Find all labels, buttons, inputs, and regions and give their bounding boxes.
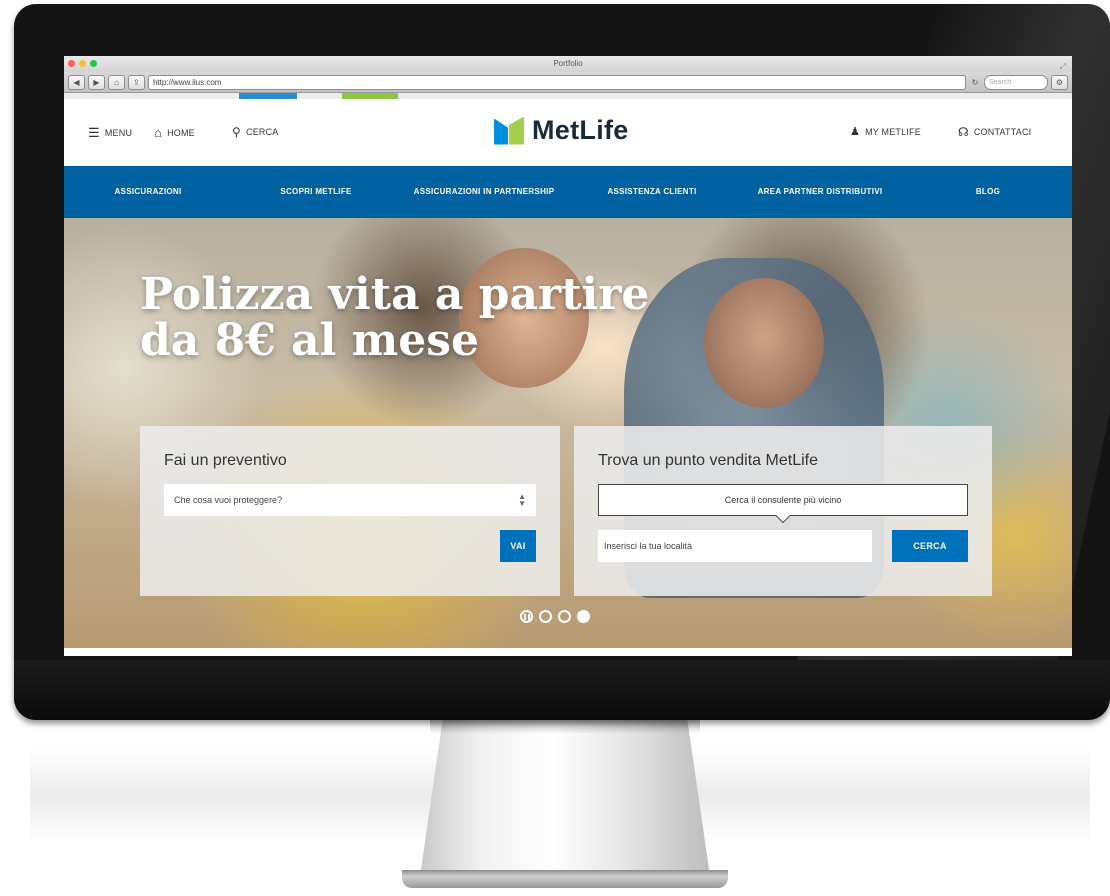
share-icon[interactable]: ⇪ (128, 74, 145, 90)
monitor-mockup: Portfolio ⤢ ◀ ▶ ⌂ ⇪ http://www.ilus.com … (0, 0, 1110, 896)
reload-icon[interactable]: ↻ (969, 76, 981, 89)
quote-panel-title: Fai un preventivo (164, 452, 287, 469)
browser-search-input[interactable]: Search (984, 74, 1048, 90)
contact-link[interactable]: ☊ CONTATTACI (958, 125, 1031, 139)
nav-item-area-partner[interactable]: AREA PARTNER DISTRIBUTIVI (736, 166, 904, 218)
window-title: Portfolio (553, 59, 583, 68)
hamburger-icon: ☰ (88, 125, 100, 140)
fullscreen-icon[interactable]: ⤢ (1060, 59, 1066, 75)
screen: Portfolio ⤢ ◀ ▶ ⌂ ⇪ http://www.ilus.com … (64, 56, 1072, 656)
logo-text: MetLife (532, 115, 629, 145)
nav-item-assistenza[interactable]: ASSISTENZA CLIENTI (568, 166, 736, 218)
back-button[interactable]: ◀ (68, 74, 85, 90)
hero-banner: Polizza vita a partire da 8€ al mese Fai… (64, 218, 1072, 648)
hero-headline: Polizza vita a partire da 8€ al mese (140, 269, 650, 366)
forward-button[interactable]: ▶ (88, 74, 105, 90)
settings-gear-icon[interactable]: ⚙ (1051, 74, 1068, 90)
menu-button[interactable]: ☰ MENU (88, 125, 132, 141)
url-text: http://www.ilus.com (153, 77, 222, 87)
browser-toolbar: ◀ ▶ ⌂ ⇪ http://www.ilus.com ↻ Search ⚙ (64, 72, 1072, 93)
browser-titlebar: Portfolio ⤢ (64, 56, 1072, 72)
carousel-dot-1[interactable] (539, 610, 552, 623)
search-link[interactable]: ⚲ CERCA (232, 125, 279, 139)
house-icon: ⌂ (154, 125, 163, 140)
headset-icon: ☊ (958, 125, 969, 139)
metlife-logo[interactable]: MetLife (494, 115, 629, 146)
location-input[interactable]: Inserisci la tua località (598, 530, 872, 562)
select-arrows-icon: ▲ ▼ (518, 492, 526, 508)
protection-select[interactable]: Che cosa vuoi proteggere? ▲ ▼ (164, 484, 536, 516)
hero-photo-face (704, 278, 824, 408)
minimize-window-button[interactable] (79, 60, 86, 67)
metlife-logo-mark (494, 116, 524, 145)
carousel-dot-2[interactable] (558, 610, 571, 623)
carousel-controls (520, 610, 590, 623)
store-finder-panel: Trova un punto vendita MetLife Cerca il … (574, 426, 992, 596)
store-panel-title: Trova un punto vendita MetLife (598, 452, 818, 469)
vai-button[interactable]: VAI (500, 530, 536, 562)
nav-item-partnership[interactable]: ASSICURAZIONI IN PARTNERSHIP (400, 166, 568, 218)
home-link[interactable]: ⌂ HOME (154, 125, 195, 140)
address-bar[interactable]: http://www.ilus.com (148, 74, 966, 90)
my-metlife-link[interactable]: ♟ MY METLIFE (850, 125, 921, 138)
carousel-dot-3[interactable] (577, 610, 590, 623)
search-icon: ⚲ (232, 125, 241, 139)
window-controls (68, 60, 97, 67)
monitor-chin (14, 660, 1110, 720)
monitor-stand (420, 716, 710, 876)
quote-panel: Fai un preventivo Che cosa vuoi protegge… (140, 426, 560, 596)
nav-item-assicurazioni[interactable]: ASSICURAZIONI (64, 166, 232, 218)
find-consultant-button[interactable]: Cerca il consulente più vicino (598, 484, 968, 516)
home-icon[interactable]: ⌂ (108, 74, 125, 90)
monitor-stand-base (402, 870, 728, 888)
pause-icon[interactable] (520, 610, 533, 623)
site-header: ☰ MENU ⌂ HOME ⚲ CERCA MetLife ♟ MY METLI… (64, 99, 1072, 166)
nav-item-scopri-metlife[interactable]: SCOPRI METLIFE (232, 166, 400, 218)
cerca-button[interactable]: CERCA (892, 530, 968, 562)
user-icon: ♟ (850, 126, 861, 138)
close-window-button[interactable] (68, 60, 75, 67)
main-nav: ASSICURAZIONI SCOPRI METLIFE ASSICURAZIO… (64, 166, 1072, 218)
zoom-window-button[interactable] (90, 60, 97, 67)
nav-item-blog[interactable]: BLOG (904, 166, 1072, 218)
